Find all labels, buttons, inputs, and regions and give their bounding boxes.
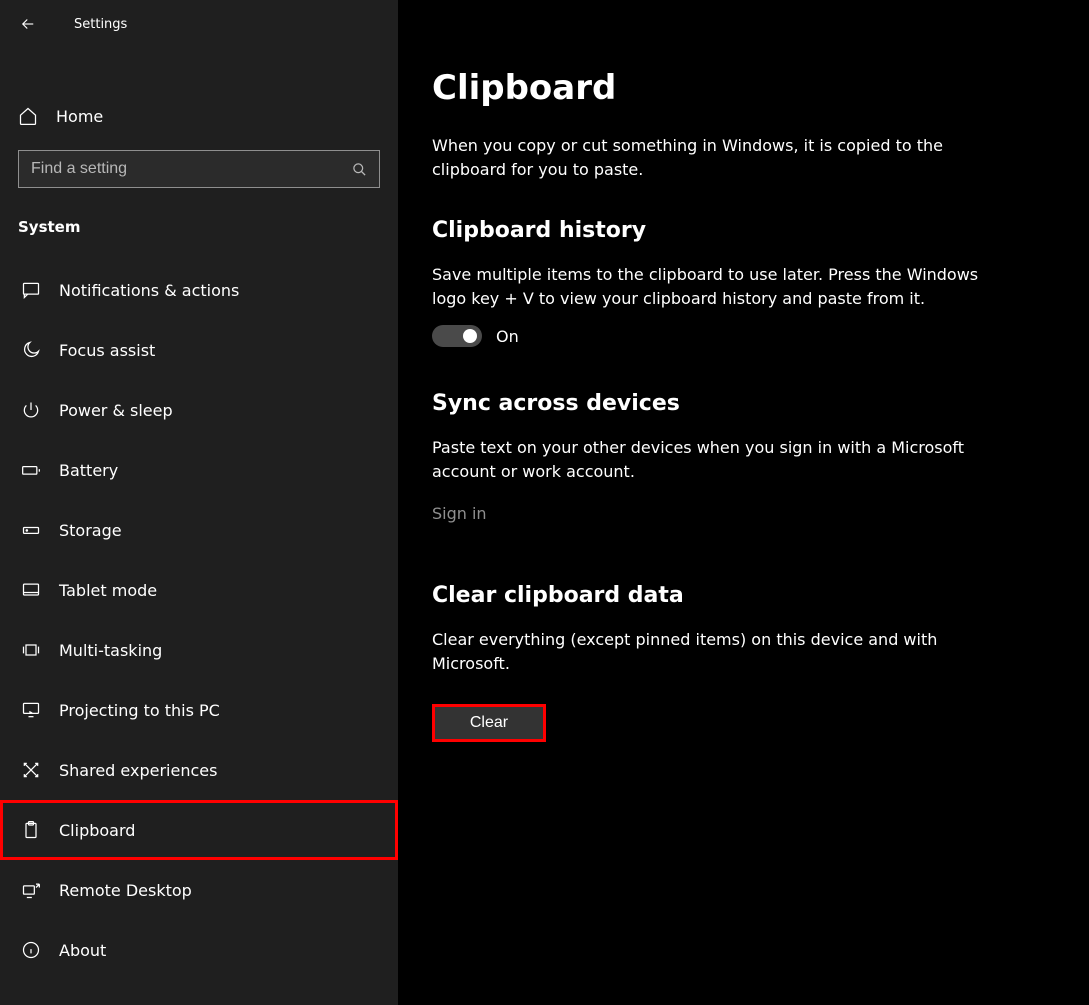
sidebar-item-label: Remote Desktop (59, 881, 192, 900)
storage-icon (21, 520, 41, 540)
sidebar-item-clipboard[interactable]: Clipboard (0, 800, 398, 860)
category-header: System (0, 208, 398, 254)
clipboard-history-toggle[interactable] (432, 325, 482, 347)
search-input[interactable] (31, 160, 352, 178)
page-title: Clipboard (432, 68, 1035, 108)
sidebar-item-label: Power & sleep (59, 401, 173, 420)
sidebar: Settings Home System Notifications & act… (0, 0, 398, 1005)
section-desc-clear: Clear everything (except pinned items) o… (432, 628, 992, 676)
timeline-icon (21, 640, 41, 660)
sidebar-item-storage[interactable]: Storage (0, 500, 398, 560)
clipboard-icon (21, 820, 41, 840)
sidebar-item-multi-tasking[interactable]: Multi-tasking (0, 620, 398, 680)
sidebar-item-label: Shared experiences (59, 761, 217, 780)
sidebar-item-label: Multi-tasking (59, 641, 162, 660)
section-desc-sync: Paste text on your other devices when yo… (432, 436, 992, 484)
moon-icon (21, 340, 41, 360)
toggle-row-history: On (432, 325, 1035, 347)
sidebar-item-label: Clipboard (59, 821, 135, 840)
window-title: Settings (74, 17, 127, 32)
power-icon (21, 400, 41, 420)
sidebar-item-label: Projecting to this PC (59, 701, 220, 720)
toggle-state-label: On (496, 327, 519, 346)
sidebar-item-label: Notifications & actions (59, 281, 239, 300)
sidebar-item-label: Storage (59, 521, 122, 540)
topbar: Settings (0, 8, 398, 52)
page-subtitle: When you copy or cut something in Window… (432, 134, 992, 182)
clear-button[interactable]: Clear (432, 704, 546, 742)
project-icon (21, 700, 41, 720)
sidebar-item-label: Battery (59, 461, 118, 480)
sidebar-item-battery[interactable]: Battery (0, 440, 398, 500)
section-desc-history: Save multiple items to the clipboard to … (432, 263, 992, 311)
main-content: Clipboard When you copy or cut something… (398, 0, 1089, 1005)
sidebar-item-power-sleep[interactable]: Power & sleep (0, 380, 398, 440)
crossed-arrows-icon (21, 760, 41, 780)
search-icon (352, 162, 367, 177)
search-input-wrapper[interactable] (18, 150, 380, 188)
sidebar-item-tablet-mode[interactable]: Tablet mode (0, 560, 398, 620)
sidebar-item-label: Tablet mode (59, 581, 157, 600)
sidebar-item-notifications[interactable]: Notifications & actions (0, 260, 398, 320)
info-icon (21, 940, 41, 960)
sidebar-item-about[interactable]: About (0, 920, 398, 980)
sidebar-item-shared-experiences[interactable]: Shared experiences (0, 740, 398, 800)
message-icon (21, 280, 41, 300)
remote-desktop-icon (21, 880, 41, 900)
sidebar-item-label: About (59, 941, 106, 960)
home-link[interactable]: Home (0, 98, 398, 142)
sign-in-link[interactable]: Sign in (432, 504, 487, 523)
home-label: Home (56, 107, 103, 126)
sidebar-item-focus-assist[interactable]: Focus assist (0, 320, 398, 380)
nav-list: Notifications & actions Focus assist Pow… (0, 260, 398, 980)
section-title-clear: Clear clipboard data (432, 583, 1035, 608)
section-title-history: Clipboard history (432, 218, 1035, 243)
section-title-sync: Sync across devices (432, 391, 1035, 416)
sidebar-item-projecting[interactable]: Projecting to this PC (0, 680, 398, 740)
battery-icon (21, 460, 41, 480)
home-icon (18, 106, 38, 126)
sidebar-item-remote-desktop[interactable]: Remote Desktop (0, 860, 398, 920)
tablet-icon (21, 580, 41, 600)
sidebar-item-label: Focus assist (59, 341, 155, 360)
back-icon[interactable] (18, 14, 38, 34)
